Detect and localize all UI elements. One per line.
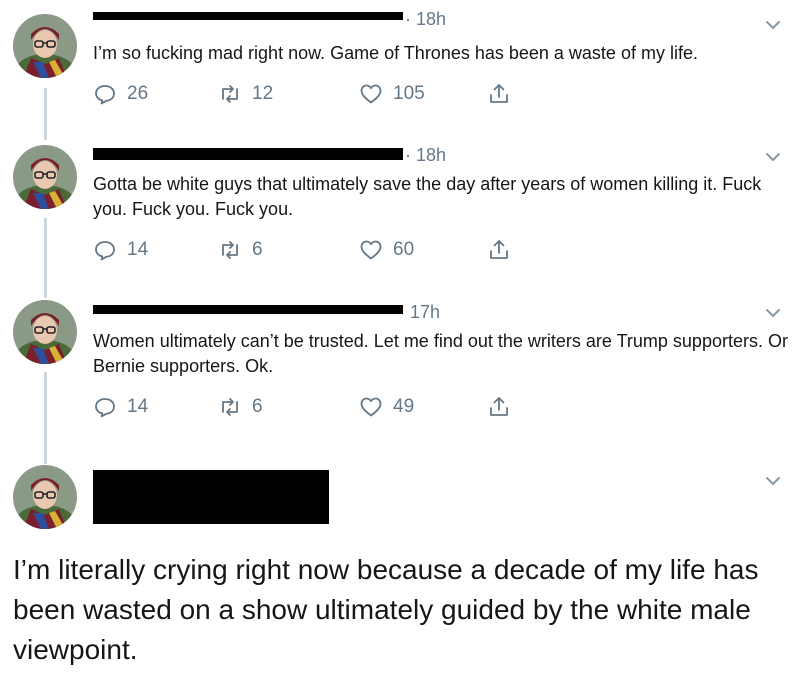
retweet-button[interactable]: 12 bbox=[218, 79, 273, 109]
tweet-text: Women ultimately can’t be trusted. Let m… bbox=[93, 331, 788, 376]
tweet-timestamp[interactable]: 17h bbox=[410, 302, 440, 323]
reply-icon bbox=[95, 241, 115, 261]
retweet-icon bbox=[222, 398, 238, 416]
caption-text: I’m literally crying right now because a… bbox=[13, 554, 759, 665]
avatar-image bbox=[13, 145, 77, 209]
chevron-down-icon[interactable] bbox=[763, 471, 783, 491]
retweet-button[interactable]: 6 bbox=[218, 235, 263, 265]
reply-button[interactable]: 14 bbox=[93, 235, 148, 265]
reply-icon bbox=[95, 85, 115, 105]
share-button[interactable] bbox=[487, 392, 511, 422]
reply-button[interactable]: 26 bbox=[93, 79, 148, 109]
avatar[interactable] bbox=[13, 145, 77, 209]
retweet-button[interactable]: 6 bbox=[218, 392, 263, 422]
retweet-count: 12 bbox=[252, 83, 274, 104]
share-button[interactable] bbox=[487, 235, 511, 265]
redacted-user-name bbox=[93, 305, 403, 314]
share-icon bbox=[490, 84, 508, 103]
retweet-count: 6 bbox=[252, 396, 263, 417]
like-count: 49 bbox=[393, 396, 415, 417]
thread-line bbox=[44, 218, 47, 298]
heart-icon bbox=[360, 84, 382, 104]
like-count: 105 bbox=[393, 83, 425, 104]
chevron-down-icon[interactable] bbox=[763, 303, 783, 323]
tweet-timestamp[interactable]: · 18h bbox=[405, 145, 446, 166]
reply-icon bbox=[95, 398, 115, 418]
reply-count: 26 bbox=[127, 83, 149, 104]
tweet-actions: 14 6 49 bbox=[93, 392, 523, 422]
tweet-actions: 26 12 105 bbox=[93, 79, 523, 109]
heart-icon bbox=[360, 397, 382, 417]
like-count: 60 bbox=[393, 239, 415, 260]
reply-count: 14 bbox=[127, 239, 149, 260]
avatar-image bbox=[13, 300, 77, 364]
like-button[interactable]: 60 bbox=[359, 235, 414, 265]
avatar-image bbox=[13, 465, 77, 529]
tweet-text: Gotta be white guys that ultimately save… bbox=[93, 174, 762, 219]
tweet-timestamp[interactable]: · 18h bbox=[405, 9, 446, 30]
chevron-down-icon[interactable] bbox=[763, 147, 783, 167]
redacted-user-name bbox=[93, 148, 403, 160]
avatar[interactable] bbox=[13, 300, 77, 364]
redacted-block bbox=[93, 470, 329, 524]
reply-count: 14 bbox=[127, 396, 149, 417]
thread-line bbox=[44, 372, 47, 464]
avatar[interactable] bbox=[13, 465, 77, 529]
thread-line bbox=[44, 88, 47, 140]
retweet-icon bbox=[222, 241, 238, 259]
reply-button[interactable]: 14 bbox=[93, 392, 148, 422]
heart-icon bbox=[360, 240, 382, 260]
retweet-count: 6 bbox=[252, 239, 263, 260]
retweet-icon bbox=[222, 85, 238, 103]
avatar-image bbox=[13, 14, 77, 78]
like-button[interactable]: 105 bbox=[359, 79, 425, 109]
like-button[interactable]: 49 bbox=[359, 392, 414, 422]
tweet-text: I’m so fucking mad right now. Game of Th… bbox=[93, 43, 698, 63]
chevron-down-icon[interactable] bbox=[763, 15, 783, 35]
avatar[interactable] bbox=[13, 14, 77, 78]
tweet-actions: 14 6 60 bbox=[93, 235, 523, 265]
share-button[interactable] bbox=[487, 79, 511, 109]
redacted-user-name bbox=[93, 12, 403, 20]
share-icon bbox=[490, 397, 508, 416]
share-icon bbox=[490, 240, 508, 259]
